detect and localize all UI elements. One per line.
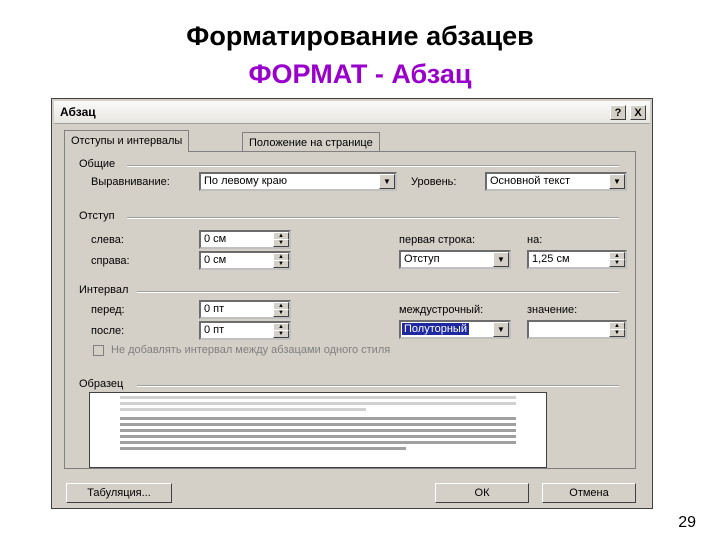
section-divider bbox=[127, 165, 619, 167]
dialog-title: Абзац bbox=[60, 105, 96, 119]
spacing-after-value: 0 пт bbox=[204, 324, 225, 336]
chevron-down-icon[interactable]: ▼ bbox=[609, 174, 625, 189]
indent-left-stepper[interactable]: 0 см ▲ ▼ bbox=[199, 230, 291, 249]
cancel-button[interactable]: Отмена bbox=[542, 483, 636, 503]
close-button[interactable]: X bbox=[630, 105, 646, 120]
section-divider bbox=[137, 385, 619, 387]
chevron-down-icon[interactable]: ▼ bbox=[493, 252, 509, 267]
level-label: Уровень: bbox=[411, 176, 457, 188]
tab-line-page-breaks[interactable]: Положение на странице bbox=[242, 132, 380, 152]
line-spacing-value: Полуторный bbox=[402, 323, 469, 335]
spin-down-icon[interactable]: ▼ bbox=[273, 239, 289, 247]
level-value: Основной текст bbox=[490, 175, 570, 187]
indent-right-stepper[interactable]: 0 см ▲ ▼ bbox=[199, 251, 291, 270]
section-preview: Образец bbox=[79, 378, 124, 390]
spacing-before-label: перед: bbox=[91, 304, 125, 316]
spin-down-icon[interactable]: ▼ bbox=[609, 329, 625, 337]
indent-right-label: справа: bbox=[91, 255, 130, 267]
first-line-select[interactable]: Отступ ▼ bbox=[399, 250, 511, 269]
tab-indents-spacing[interactable]: Отступы и интервалы bbox=[64, 130, 190, 152]
section-general: Общие bbox=[79, 158, 116, 170]
checkbox-box[interactable] bbox=[93, 345, 104, 356]
chevron-down-icon[interactable]: ▼ bbox=[379, 174, 395, 189]
tab-panel: Общие Выравнивание: По левому краю ▼ Уро… bbox=[64, 151, 636, 469]
indent-by-label: на: bbox=[527, 234, 543, 246]
dialog-titlebar: Абзац ? X bbox=[54, 101, 650, 124]
indent-by-stepper[interactable]: 1,25 см ▲ ▼ bbox=[527, 250, 627, 269]
spacing-after-label: после: bbox=[91, 325, 125, 337]
section-spacing: Интервал bbox=[79, 284, 129, 296]
spin-down-icon[interactable]: ▼ bbox=[609, 259, 625, 267]
ok-button[interactable]: ОК bbox=[435, 483, 529, 503]
spacing-before-value: 0 пт bbox=[204, 303, 225, 315]
paragraph-preview bbox=[89, 392, 547, 468]
paragraph-dialog: Абзац ? X Отступы и интервалы Положение … bbox=[51, 98, 653, 509]
line-spacing-select[interactable]: Полуторный ▼ bbox=[399, 320, 511, 339]
spacing-after-stepper[interactable]: 0 пт ▲ ▼ bbox=[199, 321, 291, 340]
chevron-down-icon[interactable]: ▼ bbox=[493, 322, 509, 337]
help-button[interactable]: ? bbox=[610, 105, 626, 120]
tabs-button[interactable]: Табуляция... bbox=[66, 483, 172, 503]
spacing-value-label: значение: bbox=[527, 304, 578, 316]
line-spacing-label: междустрочный: bbox=[399, 304, 484, 316]
spin-down-icon[interactable]: ▼ bbox=[273, 260, 289, 268]
indent-left-value: 0 см bbox=[204, 233, 227, 245]
alignment-select[interactable]: По левому краю ▼ bbox=[199, 172, 397, 191]
alignment-value: По левому краю bbox=[204, 175, 287, 187]
spacing-value-stepper[interactable]: ▲ ▼ bbox=[527, 320, 627, 339]
section-indent: Отступ bbox=[79, 210, 115, 222]
indent-left-label: слева: bbox=[91, 234, 124, 246]
alignment-label: Выравнивание: bbox=[91, 176, 170, 188]
first-line-value: Отступ bbox=[404, 253, 440, 265]
level-select[interactable]: Основной текст ▼ bbox=[485, 172, 627, 191]
spin-down-icon[interactable]: ▼ bbox=[273, 309, 289, 317]
no-space-checkbox-label: Не добавлять интервал между абзацами одн… bbox=[111, 344, 391, 356]
page-number: 29 bbox=[678, 514, 696, 531]
indent-right-value: 0 см bbox=[204, 254, 227, 266]
spacing-before-stepper[interactable]: 0 пт ▲ ▼ bbox=[199, 300, 291, 319]
spin-down-icon[interactable]: ▼ bbox=[273, 330, 289, 338]
section-divider bbox=[127, 217, 619, 219]
indent-by-value: 1,25 см bbox=[532, 253, 570, 265]
first-line-label: первая строка: bbox=[399, 234, 476, 246]
slide-subtitle: ФОРМАТ - Абзац bbox=[248, 59, 472, 89]
slide-title: Форматирование абзацев bbox=[186, 21, 534, 51]
section-divider bbox=[137, 291, 619, 293]
